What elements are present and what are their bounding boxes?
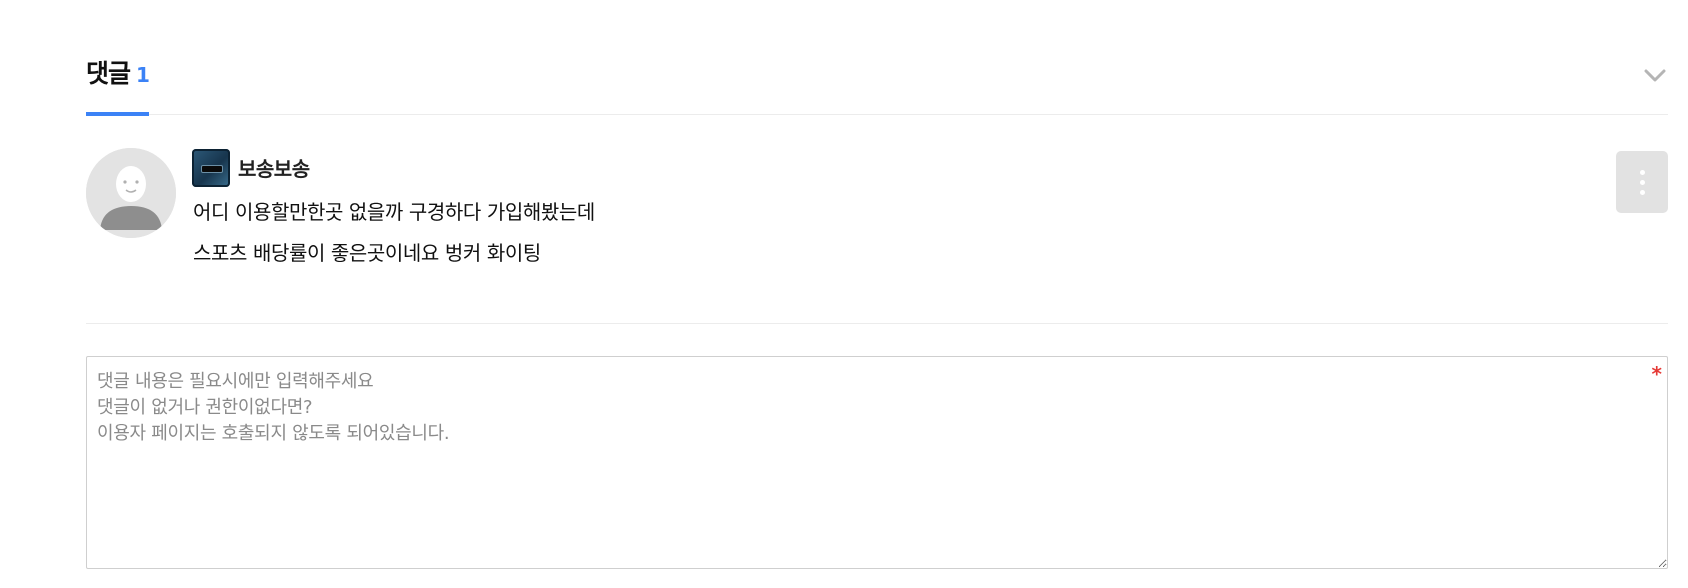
comment-textarea[interactable]	[86, 356, 1668, 569]
more-vertical-icon	[1639, 169, 1645, 175]
badge-bar	[201, 165, 223, 173]
comment-item: 보송보송 어디 이용할만한곳 없을까 구경하다 가입해봤는데 스포츠 배당률이 …	[86, 145, 1668, 324]
chevron-down-icon[interactable]	[1642, 62, 1668, 88]
level-badge-icon	[192, 149, 230, 187]
comment-author[interactable]: 보송보송	[238, 153, 310, 182]
comments-header: 댓글 1	[86, 48, 1668, 116]
comments-section: 댓글 1 보송보송 어디 이용할만한곳 없을까 구경하다 가입해봤는데 스포츠 …	[0, 0, 1688, 588]
more-options-button[interactable]	[1616, 151, 1668, 213]
more-vertical-icon-dot	[1639, 189, 1645, 195]
comment-line: 어디 이용할만한곳 없을까 구경하다 가입해봤는데	[193, 200, 595, 224]
comment-line: 스포츠 배당률이 좋은곳이네요 벙커 화이팅	[193, 241, 541, 265]
reply-form: *	[86, 356, 1668, 569]
default-avatar-icon	[86, 148, 176, 238]
comment-body: 어디 이용할만한곳 없을까 구경하다 가입해봤는데 스포츠 배당률이 좋은곳이네…	[193, 192, 595, 274]
active-tab-indicator	[86, 112, 149, 116]
comments-title-group: 댓글 1	[86, 54, 150, 90]
required-mark: *	[1651, 362, 1662, 386]
more-vertical-icon-dot	[1639, 179, 1645, 185]
comments-title: 댓글	[86, 59, 131, 88]
comments-count: 1	[136, 63, 150, 87]
